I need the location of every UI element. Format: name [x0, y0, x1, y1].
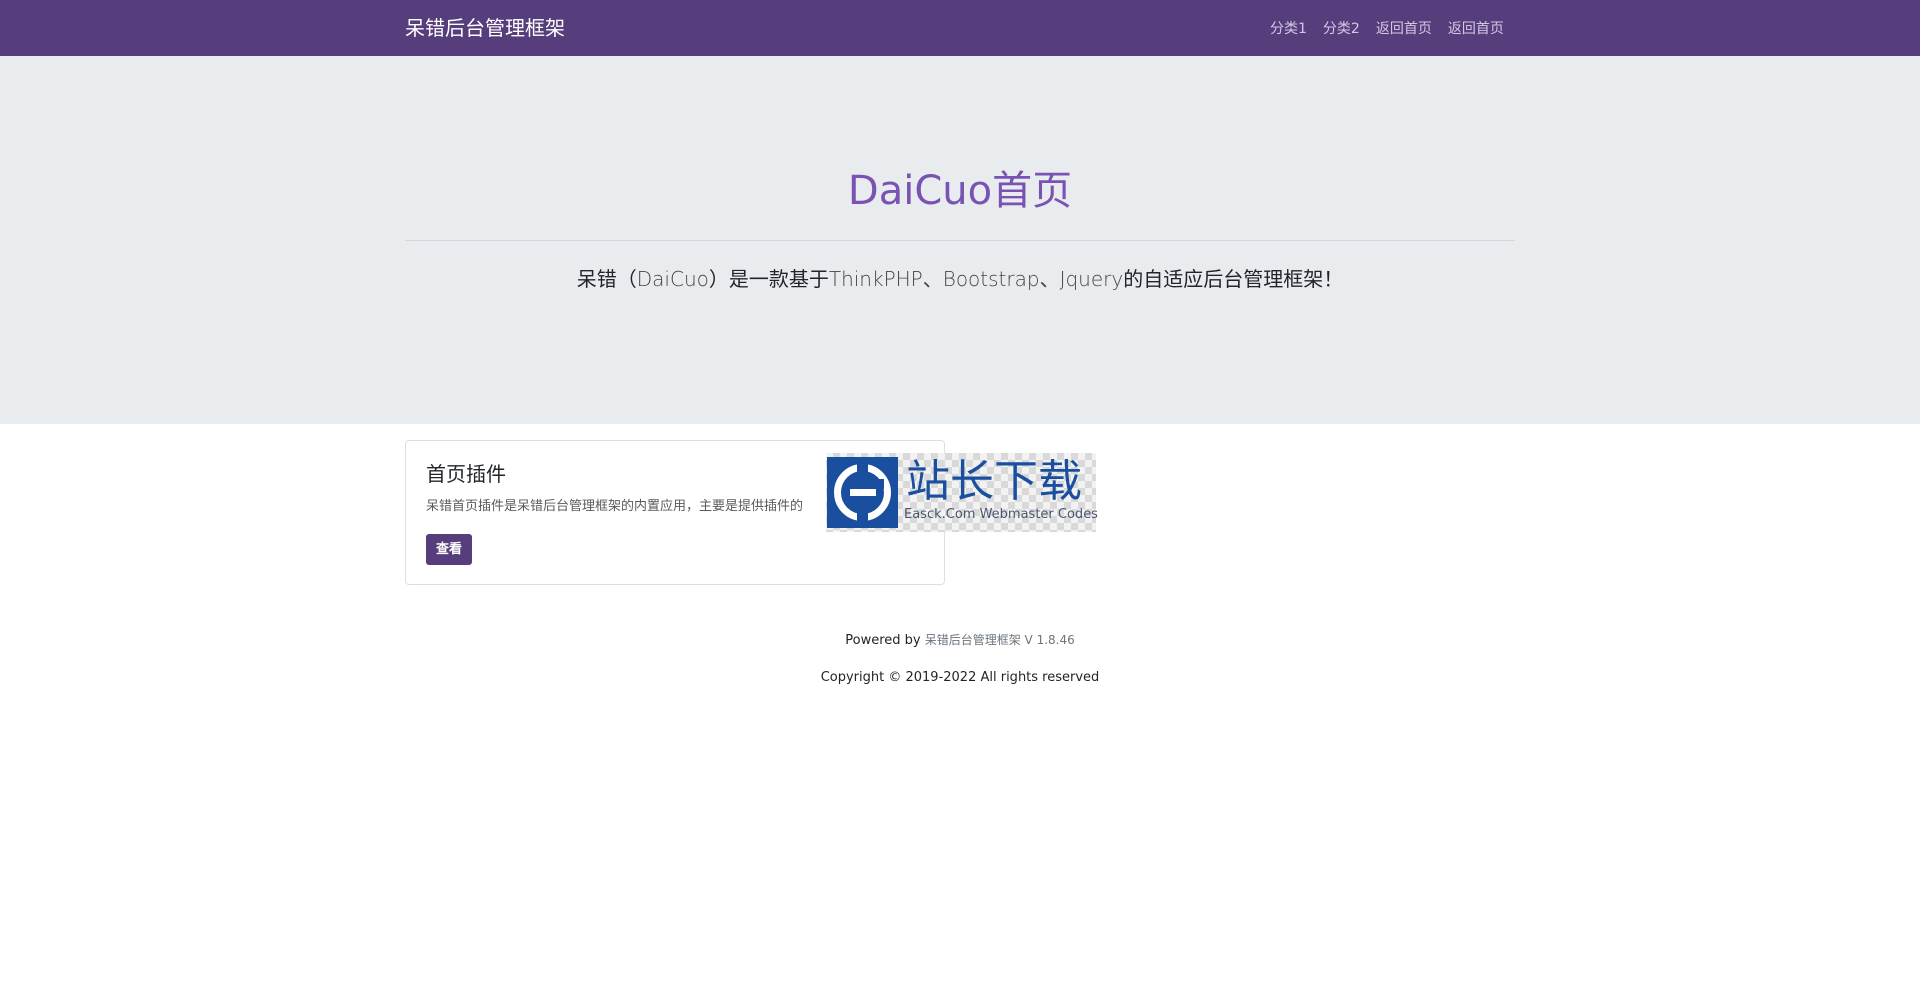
- card-text: 呆错首页插件是呆错后台管理框架的内置应用，主要是提供插件的: [426, 499, 804, 514]
- nav-link-category-1[interactable]: 分类1: [1270, 19, 1307, 39]
- page-title: DaiCuo首页: [847, 168, 1073, 214]
- view-button[interactable]: 查看: [426, 534, 472, 565]
- powered-prefix: Powered by: [845, 633, 925, 648]
- watermark-en-text: Easck.Com Webmaster Codes: [904, 507, 1098, 522]
- lead-part-3: ）是一款基于: [708, 267, 829, 291]
- copyright: Copyright © 2019-2022 All rights reserve…: [820, 670, 1100, 685]
- nav-link-home-2[interactable]: 返回首页: [1448, 19, 1504, 39]
- card-title: 首页插件: [426, 462, 506, 486]
- powered-by: Powered by 呆错后台管理框架 V 1.8.46: [405, 630, 1515, 651]
- powered-link[interactable]: 呆错后台管理框架: [925, 633, 1021, 647]
- lead-part-4: ThinkPHP、Bootstrap、Jquery: [828, 267, 1124, 291]
- nav-link-category-2[interactable]: 分类2: [1323, 19, 1360, 39]
- lead-part-5: 的自适应后台管理框架！: [1123, 267, 1344, 291]
- top-navbar: 呆错后台管理框架 分类1 分类2 返回首页 返回首页: [0, 0, 1920, 56]
- brand-link[interactable]: 呆错后台管理框架: [405, 15, 565, 41]
- page-footer: Powered by 呆错后台管理框架 V 1.8.46 Copyright ©…: [405, 630, 1515, 688]
- lead-part-1: 呆错（: [576, 267, 637, 291]
- version-text: V 1.8.46: [1020, 633, 1075, 647]
- hero-lead: 呆错（DaiCuo）是一款基于ThinkPHP、Bootstrap、Jquery…: [405, 264, 1515, 294]
- watermark-cn-text: 站长下载: [906, 456, 1082, 507]
- nav-link-home-1[interactable]: 返回首页: [1376, 19, 1432, 39]
- easck-logo-icon: [827, 457, 898, 528]
- hero-jumbotron: DaiCuo首页 呆错（DaiCuo）是一款基于ThinkPHP、Bootstr…: [0, 56, 1920, 424]
- lead-part-2: DaiCuo: [636, 267, 709, 291]
- hero-divider: [405, 240, 1515, 241]
- watermark-logo: 站长下载 Easck.Com Webmaster Codes: [826, 453, 1098, 532]
- nav-links: 分类1 分类2 返回首页 返回首页: [1270, 19, 1504, 39]
